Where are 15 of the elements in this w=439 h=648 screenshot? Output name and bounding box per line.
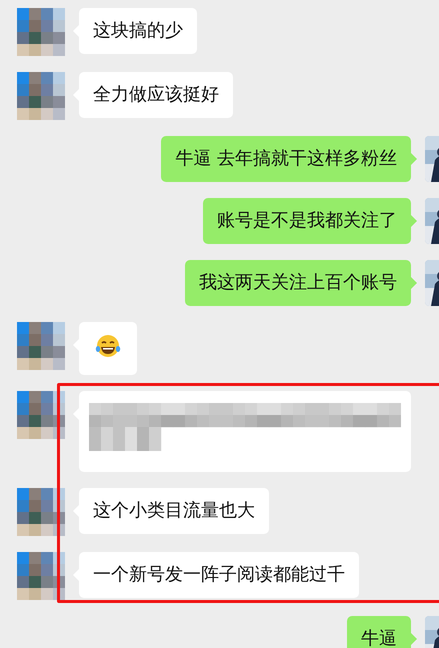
message-bubble: 全力做应该挺好 <box>79 72 233 118</box>
message-bubble: 这个小类目流量也大 <box>79 488 269 534</box>
message-bubble: 牛逼 <box>347 616 411 648</box>
avatar-drawing <box>17 552 65 600</box>
avatar-drawing <box>17 488 65 536</box>
message-bubble: 账号是不是我都关注了 <box>203 198 411 244</box>
laughing-emoji-icon <box>95 334 121 358</box>
message-bubble: 我这两天关注上百个账号 <box>185 260 411 306</box>
avatar-drawing <box>17 8 65 56</box>
avatar-drawing <box>17 322 65 370</box>
avatar-drawing <box>17 391 65 439</box>
message-bubble: 这块搞的少 <box>79 8 197 54</box>
avatar-drawing <box>17 72 65 120</box>
message-bubble: 牛逼 去年搞就干这样多粉丝 <box>161 136 411 182</box>
message-bubble: 一个新号发一阵子阅读都能过千 <box>79 552 359 598</box>
